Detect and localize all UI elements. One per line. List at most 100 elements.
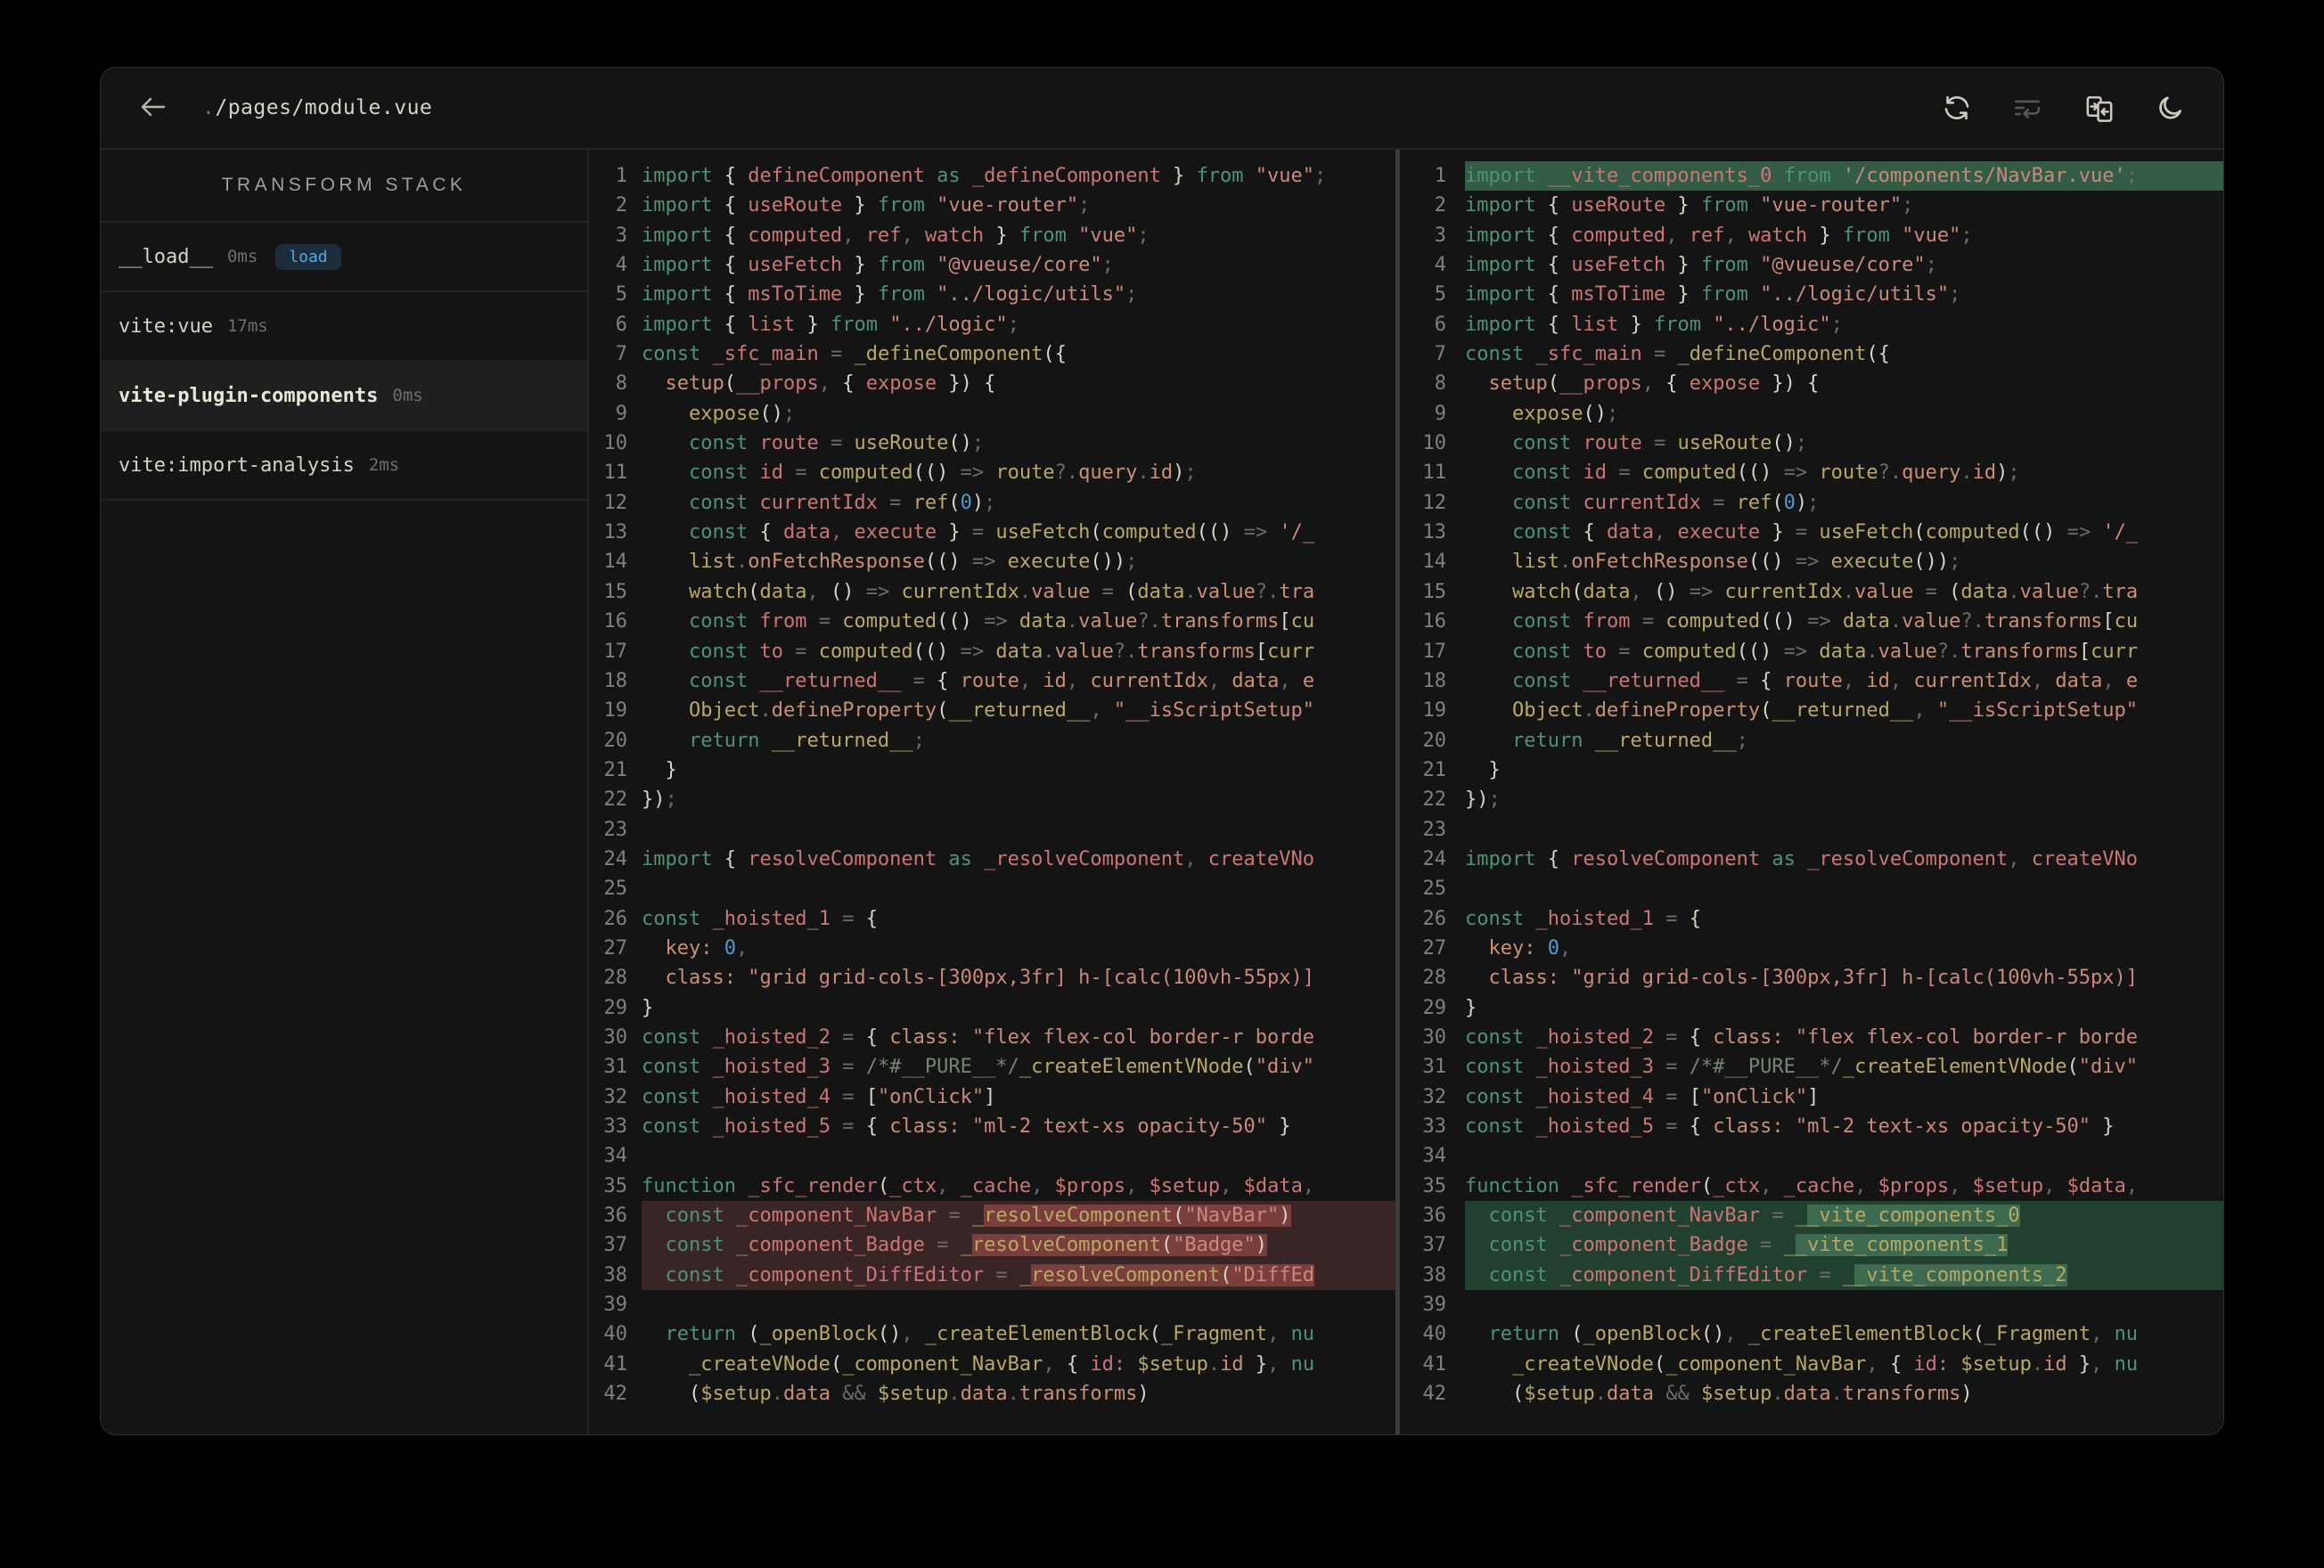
side-by-side-diff-icon[interactable]	[2083, 91, 2116, 125]
line-number: 28	[603, 967, 628, 990]
line-content: expose();	[688, 402, 796, 425]
sidebar-item--load-[interactable]: __load__ 0ms load	[101, 223, 587, 292]
plugin-duration: 2ms	[368, 455, 400, 475]
line-number: 25	[1422, 878, 1447, 901]
code-line: 9 expose();	[589, 399, 1395, 429]
code-line: 15 watch(data, () => currentIdx.value = …	[589, 577, 1395, 607]
line-number: 6	[615, 313, 627, 336]
line-number: 39	[1422, 1294, 1447, 1317]
line-content: const _hoisted_2 = { class: "flex flex-c…	[642, 1025, 1315, 1049]
back-button[interactable]	[138, 94, 168, 123]
line-number: 2	[615, 194, 627, 217]
code-line: 13 const { data, execute } = useFetch(co…	[1400, 518, 2223, 547]
line-content: const _hoisted_3 = /*#__PURE__*/_createE…	[1465, 1056, 2139, 1079]
line-content: const route = useRoute();	[1511, 432, 1808, 455]
code-line: 21 }	[1400, 755, 2223, 785]
dark-mode-icon[interactable]	[2156, 93, 2186, 123]
line-content: class: "grid grid-cols-[300px,3fr] h-[ca…	[1488, 967, 2139, 990]
line-content: const _hoisted_1 = {	[1465, 907, 1701, 930]
line-number: 30	[603, 1025, 628, 1049]
back-arrow-icon	[138, 94, 168, 123]
sidebar-item-vite-plugin-components[interactable]: vite-plugin-components 0ms	[101, 362, 587, 431]
code-line: 42 ($setup.data && $setup.data.transform…	[1400, 1379, 2223, 1409]
refresh-icon[interactable]	[1942, 93, 1972, 123]
line-content: return (_openBlock(), _createElementBloc…	[665, 1323, 1315, 1346]
code-line: 25	[1400, 874, 2223, 903]
code-line: 14 list.onFetchResponse(() => execute())…	[589, 547, 1395, 576]
code-line: 29}	[1400, 993, 2223, 1023]
code-line: 21 }	[589, 755, 1395, 785]
line-number: 3	[615, 224, 627, 247]
line-content: key: 0,	[665, 936, 749, 960]
line-content	[1465, 815, 2223, 845]
title-path: /pages/module.vue	[215, 96, 433, 119]
code-line: 8 setup(__props, { expose }) {	[589, 369, 1395, 398]
code-line: 10 const route = useRoute();	[589, 429, 1395, 458]
code-line: 23	[1400, 815, 2223, 845]
line-content: setup(__props, { expose }) {	[665, 372, 996, 396]
line-number: 36	[603, 1205, 628, 1228]
line-number: 34	[1422, 1145, 1447, 1168]
code-line: 2 import { useRoute } from "vue-router";	[589, 191, 1395, 220]
line-content: list.onFetchResponse(() => execute());	[1511, 551, 1961, 574]
inline-diff-icon[interactable]	[2011, 93, 2043, 123]
line-number: 20	[1422, 729, 1447, 752]
line-content: return __returned__;	[688, 729, 925, 752]
code-line: 18 const __returned__ = { route, id, cur…	[1400, 666, 2223, 696]
sidebar-item-vite-vue[interactable]: vite:vue 17ms	[101, 292, 587, 362]
code-line: 27 key: 0,	[589, 934, 1395, 963]
line-content: ($setup.data && $setup.data.transforms)	[688, 1383, 1150, 1406]
line-content: Object.defineProperty(__returned__, "__i…	[688, 699, 1315, 723]
code-line: 11 const id = computed(() => route?.quer…	[589, 458, 1395, 487]
line-content: const _component_DiffEditor = __vite_com…	[1465, 1260, 2223, 1291]
line-number: 21	[1422, 758, 1447, 781]
code-line: 38 const _component_DiffEditor = _resolv…	[589, 1260, 1395, 1291]
code-line: 30 const _hoisted_2 = { class: "flex flex…	[589, 1023, 1395, 1052]
code-line: 36 const _component_NavBar = _resolveCom…	[589, 1201, 1395, 1231]
line-number: 19	[603, 699, 628, 723]
line-number: 41	[603, 1352, 628, 1376]
code-line: 22});	[1400, 785, 2223, 814]
title-prefix: .	[202, 96, 216, 119]
code-panel-before[interactable]: 1 import { defineComponent as _defineComp…	[589, 150, 1395, 1434]
code-line: 3 import { computed, ref, watch } from "v…	[589, 221, 1395, 250]
code-before: 1 import { defineComponent as _defineComp…	[589, 150, 1395, 1409]
line-content: const __returned__ = { route, id, curren…	[1511, 669, 2139, 692]
line-number: 8	[1434, 372, 1446, 396]
line-number: 25	[603, 878, 628, 901]
line-content: const _hoisted_1 = {	[642, 907, 878, 930]
code-line: 32 const _hoisted_4 = ["onClick"]	[589, 1082, 1395, 1112]
plugin-duration: 0ms	[226, 247, 258, 266]
line-content	[1465, 1141, 2223, 1171]
sidebar-item-vite-import-analysis[interactable]: vite:import-analysis 2ms	[101, 431, 587, 501]
code-line: 10 const route = useRoute();	[1400, 429, 2223, 458]
line-number: 1	[615, 165, 627, 187]
code-line: 32 const _hoisted_4 = ["onClick"]	[1400, 1082, 2223, 1112]
line-content	[642, 815, 1395, 845]
line-number: 3	[1434, 224, 1446, 247]
line-content: }	[642, 996, 654, 1019]
code-line: 7 const _sfc_main = _defineComponent({	[1400, 339, 2223, 369]
line-content: import { resolveComponent as _resolveCom…	[642, 847, 1315, 870]
line-content: }	[642, 758, 677, 781]
line-number: 28	[1422, 967, 1447, 990]
code-line: 4 import { useFetch } from "@vueuse/core"…	[589, 250, 1395, 280]
line-content: import { computed, ref, watch } from "vu…	[642, 224, 1150, 247]
line-number: 5	[615, 283, 627, 306]
transform-stack-list: __load__ 0ms load vite:vue 17ms vite-plugin-c…	[101, 223, 587, 501]
line-number: 2	[1434, 194, 1446, 217]
code-panel-after[interactable]: 1 import __vite_components_0 from '/compo…	[1400, 150, 2223, 1434]
code-line: 6 import { list } from "../logic";	[1400, 310, 2223, 339]
code-line: 30 const _hoisted_2 = { class: "flex flex…	[1400, 1023, 2223, 1052]
line-number: 10	[603, 432, 628, 455]
line-content: import { list } from "../logic";	[642, 313, 1019, 336]
line-number: 11	[1422, 461, 1447, 485]
code-line: 22});	[589, 785, 1395, 814]
line-number: 26	[603, 907, 628, 930]
code-line: 26 const _hoisted_1 = {	[589, 904, 1395, 934]
line-number: 35	[1422, 1174, 1447, 1197]
code-line: 7 const _sfc_main = _defineComponent({	[589, 339, 1395, 369]
code-line: 11 const id = computed(() => route?.quer…	[1400, 458, 2223, 487]
line-number: 27	[603, 936, 628, 960]
line-number: 22	[603, 788, 628, 812]
